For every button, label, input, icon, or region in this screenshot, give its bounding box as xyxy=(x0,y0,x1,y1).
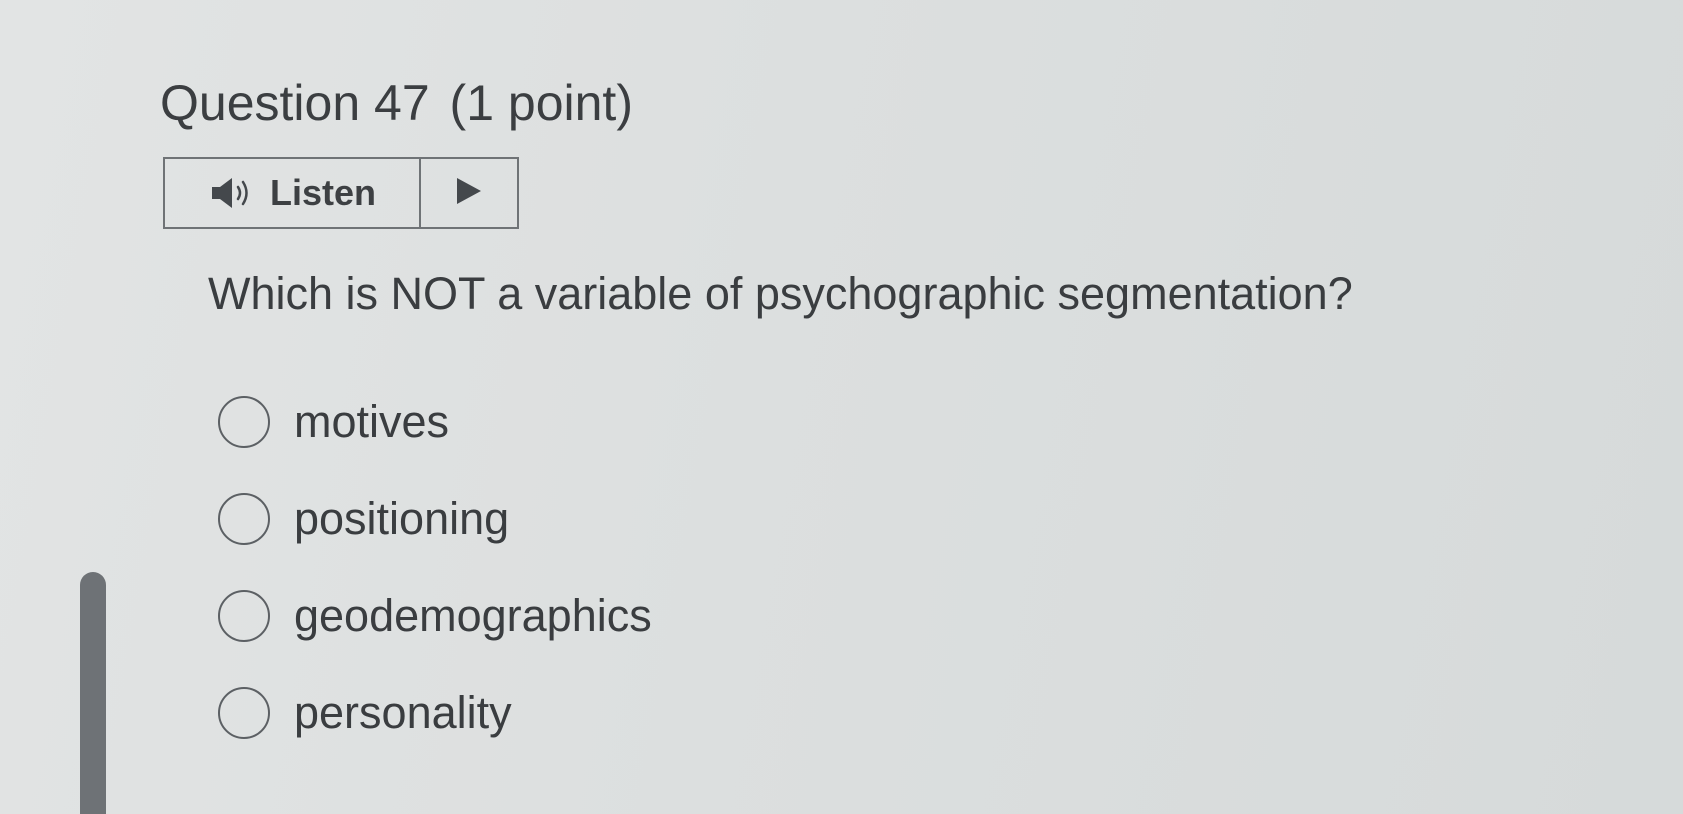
play-icon xyxy=(455,176,483,211)
play-button[interactable] xyxy=(421,159,517,227)
answer-option-geodemographics[interactable]: geodemographics xyxy=(218,586,652,646)
option-label: personality xyxy=(294,687,512,738)
answer-option-positioning[interactable]: positioning xyxy=(218,489,652,549)
listen-widget: Listen xyxy=(163,157,519,229)
radio-button[interactable] xyxy=(218,493,270,545)
radio-button[interactable] xyxy=(218,590,270,642)
answer-option-motives[interactable]: motives xyxy=(218,392,652,452)
question-title: Question 47 (1 point) xyxy=(160,72,633,134)
question-points: (1 point) xyxy=(449,75,633,131)
answer-option-personality[interactable]: personality xyxy=(218,683,652,743)
question-number: Question 47 xyxy=(160,75,430,131)
speaker-icon xyxy=(208,175,256,211)
radio-button[interactable] xyxy=(218,687,270,739)
option-label: geodemographics xyxy=(294,590,652,641)
option-label: positioning xyxy=(294,493,510,544)
left-scroll-indicator xyxy=(80,572,106,814)
option-label: motives xyxy=(294,396,450,447)
question-text: Which is NOT a variable of psychographic… xyxy=(208,268,1353,319)
answer-options: motives positioning geodemographics pers… xyxy=(218,392,652,780)
listen-label: Listen xyxy=(269,172,376,213)
listen-button[interactable]: Listen xyxy=(165,159,421,227)
radio-button[interactable] xyxy=(218,396,270,448)
